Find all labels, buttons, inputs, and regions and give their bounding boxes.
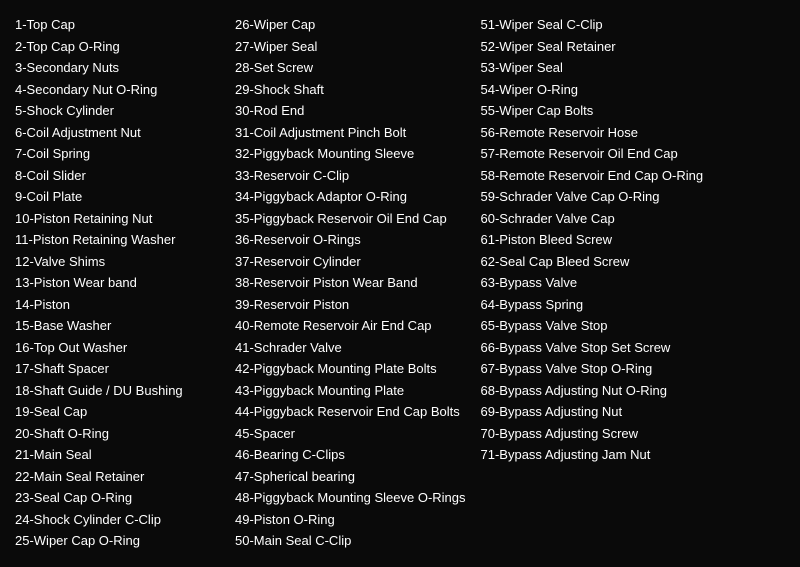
list-item: 44-Piggyback Reservoir End Cap Bolts — [235, 402, 466, 422]
list-item: 12-Valve Shims — [15, 252, 220, 272]
list-item: 5-Shock Cylinder — [15, 101, 220, 121]
list-item: 36-Reservoir O-Rings — [235, 230, 466, 250]
list-item: 62-Seal Cap Bleed Screw — [481, 252, 704, 272]
list-item: 25-Wiper Cap O-Ring — [15, 531, 220, 551]
column-1: 1-Top Cap2-Top Cap O-Ring3-Secondary Nut… — [15, 15, 235, 551]
list-item: 59-Schrader Valve Cap O-Ring — [481, 187, 704, 207]
list-item: 27-Wiper Seal — [235, 37, 466, 57]
list-item: 43-Piggyback Mounting Plate — [235, 381, 466, 401]
list-item: 67-Bypass Valve Stop O-Ring — [481, 359, 704, 379]
list-item: 28-Set Screw — [235, 58, 466, 78]
list-item: 4-Secondary Nut O-Ring — [15, 80, 220, 100]
list-item: 45-Spacer — [235, 424, 466, 444]
list-item: 6-Coil Adjustment Nut — [15, 123, 220, 143]
list-item: 48-Piggyback Mounting Sleeve O-Rings — [235, 488, 466, 508]
list-item: 52-Wiper Seal Retainer — [481, 37, 704, 57]
list-item: 66-Bypass Valve Stop Set Screw — [481, 338, 704, 358]
list-item: 58-Remote Reservoir End Cap O-Ring — [481, 166, 704, 186]
list-item: 2-Top Cap O-Ring — [15, 37, 220, 57]
list-item: 7-Coil Spring — [15, 144, 220, 164]
list-item: 57-Remote Reservoir Oil End Cap — [481, 144, 704, 164]
list-item: 21-Main Seal — [15, 445, 220, 465]
list-item: 22-Main Seal Retainer — [15, 467, 220, 487]
list-item: 18-Shaft Guide / DU Bushing — [15, 381, 220, 401]
list-item: 20-Shaft O-Ring — [15, 424, 220, 444]
list-item: 9-Coil Plate — [15, 187, 220, 207]
list-item: 51-Wiper Seal C-Clip — [481, 15, 704, 35]
list-item: 11-Piston Retaining Washer — [15, 230, 220, 250]
list-item: 35-Piggyback Reservoir Oil End Cap — [235, 209, 466, 229]
list-item: 40-Remote Reservoir Air End Cap — [235, 316, 466, 336]
list-item: 64-Bypass Spring — [481, 295, 704, 315]
list-item: 46-Bearing C-Clips — [235, 445, 466, 465]
list-item: 70-Bypass Adjusting Screw — [481, 424, 704, 444]
parts-list: 1-Top Cap2-Top Cap O-Ring3-Secondary Nut… — [15, 15, 785, 551]
list-item: 47-Spherical bearing — [235, 467, 466, 487]
list-item: 24-Shock Cylinder C-Clip — [15, 510, 220, 530]
list-item: 33-Reservoir C-Clip — [235, 166, 466, 186]
list-item: 55-Wiper Cap Bolts — [481, 101, 704, 121]
list-item: 23-Seal Cap O-Ring — [15, 488, 220, 508]
list-item: 26-Wiper Cap — [235, 15, 466, 35]
list-item: 53-Wiper Seal — [481, 58, 704, 78]
list-item: 49-Piston O-Ring — [235, 510, 466, 530]
list-item: 63-Bypass Valve — [481, 273, 704, 293]
list-item: 71-Bypass Adjusting Jam Nut — [481, 445, 704, 465]
list-item: 30-Rod End — [235, 101, 466, 121]
list-item: 14-Piston — [15, 295, 220, 315]
list-item: 39-Reservoir Piston — [235, 295, 466, 315]
list-item: 10-Piston Retaining Nut — [15, 209, 220, 229]
column-3: 51-Wiper Seal C-Clip52-Wiper Seal Retain… — [481, 15, 719, 551]
list-item: 1-Top Cap — [15, 15, 220, 35]
list-item: 54-Wiper O-Ring — [481, 80, 704, 100]
list-item: 37-Reservoir Cylinder — [235, 252, 466, 272]
list-item: 29-Shock Shaft — [235, 80, 466, 100]
list-item: 13-Piston Wear band — [15, 273, 220, 293]
list-item: 60-Schrader Valve Cap — [481, 209, 704, 229]
list-item: 31-Coil Adjustment Pinch Bolt — [235, 123, 466, 143]
list-item: 15-Base Washer — [15, 316, 220, 336]
list-item: 42-Piggyback Mounting Plate Bolts — [235, 359, 466, 379]
list-item: 69-Bypass Adjusting Nut — [481, 402, 704, 422]
list-item: 41-Schrader Valve — [235, 338, 466, 358]
list-item: 68-Bypass Adjusting Nut O-Ring — [481, 381, 704, 401]
column-2: 26-Wiper Cap27-Wiper Seal28-Set Screw29-… — [235, 15, 481, 551]
list-item: 19-Seal Cap — [15, 402, 220, 422]
list-item: 50-Main Seal C-Clip — [235, 531, 466, 551]
list-item: 56-Remote Reservoir Hose — [481, 123, 704, 143]
list-item: 3-Secondary Nuts — [15, 58, 220, 78]
list-item: 38-Reservoir Piston Wear Band — [235, 273, 466, 293]
list-item: 8-Coil Slider — [15, 166, 220, 186]
list-item: 32-Piggyback Mounting Sleeve — [235, 144, 466, 164]
list-item: 34-Piggyback Adaptor O-Ring — [235, 187, 466, 207]
list-item: 61-Piston Bleed Screw — [481, 230, 704, 250]
list-item: 65-Bypass Valve Stop — [481, 316, 704, 336]
list-item: 17-Shaft Spacer — [15, 359, 220, 379]
list-item: 16-Top Out Washer — [15, 338, 220, 358]
